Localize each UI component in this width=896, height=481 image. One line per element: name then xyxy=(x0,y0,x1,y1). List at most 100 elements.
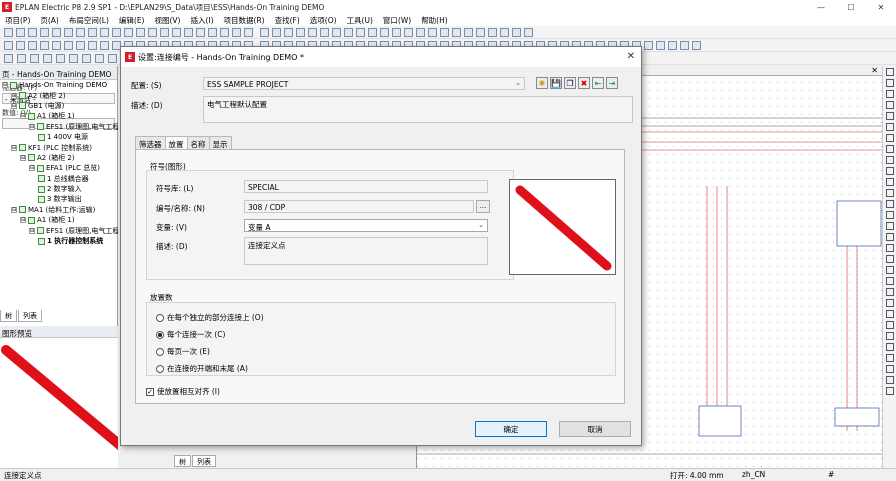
insert-tool-icon[interactable] xyxy=(885,244,894,252)
menu-options[interactable]: 选项(O) xyxy=(305,15,342,26)
menu-project[interactable]: 项目(P) xyxy=(0,15,35,26)
insert-tool-icon[interactable] xyxy=(885,200,894,208)
toolbar-tool-icon[interactable] xyxy=(40,41,49,50)
tree-item[interactable]: 3 数字输出 xyxy=(2,194,118,204)
placement-option-2[interactable]: 每个连接一次 (C) xyxy=(156,329,225,340)
menu-edit[interactable]: 编辑(E) xyxy=(114,15,150,26)
menu-insert[interactable]: 插入(I) xyxy=(185,15,218,26)
insert-tool-icon[interactable] xyxy=(885,90,894,98)
menu-window[interactable]: 窗口(W) xyxy=(378,15,416,26)
tree-item[interactable]: ⊟ GB1 (电源) xyxy=(2,101,118,111)
save-config-icon[interactable]: 💾 xyxy=(550,77,562,89)
insert-tool-icon[interactable] xyxy=(885,387,894,395)
insert-tool-icon[interactable] xyxy=(885,79,894,87)
toolbar-tool-icon[interactable] xyxy=(64,41,73,50)
toolbar-tool-icon[interactable] xyxy=(452,28,461,37)
placement-option-1[interactable]: 在每个独立的部分连接上 (O) xyxy=(156,312,264,323)
toolbar-tool-icon[interactable] xyxy=(28,28,37,37)
menu-project-data[interactable]: 项目数据(R) xyxy=(219,15,270,26)
toolbar-tool-icon[interactable] xyxy=(416,28,425,37)
tree-item[interactable]: ⊞ A2 (箱柜 2) xyxy=(2,90,118,100)
insert-tool-icon[interactable] xyxy=(885,332,894,340)
toolbar-tool-icon[interactable] xyxy=(64,28,73,37)
insert-tool-icon[interactable] xyxy=(885,189,894,197)
tree-item[interactable]: ⊟ Hands-On Training DEMO xyxy=(2,80,118,90)
tree-item[interactable]: ⊟ EFS1 (原理图,电气工程) xyxy=(2,225,118,235)
close-window-button[interactable]: ✕ xyxy=(866,0,896,14)
toolbar-tool-icon[interactable] xyxy=(112,28,121,37)
toolbar-tool-icon[interactable] xyxy=(512,28,521,37)
toolbar-tool-icon[interactable] xyxy=(82,54,91,63)
toolbar-tool-icon[interactable] xyxy=(668,41,677,50)
insert-tool-icon[interactable] xyxy=(885,123,894,131)
toolbar-tool-icon[interactable] xyxy=(4,54,13,63)
toolbar-tool-icon[interactable] xyxy=(124,28,133,37)
toolbar-tool-icon[interactable] xyxy=(17,54,26,63)
menu-find[interactable]: 查找(F) xyxy=(270,15,305,26)
tree-toggle-icon[interactable]: ⊟ xyxy=(11,206,17,213)
insert-tool-icon[interactable] xyxy=(885,321,894,329)
menu-tools[interactable]: 工具(U) xyxy=(342,15,378,26)
symbol-number-field[interactable]: 308 / CDP xyxy=(244,200,474,213)
toolbar-tool-icon[interactable] xyxy=(184,28,193,37)
variant-select[interactable]: 变量 A ⌄ xyxy=(244,219,488,232)
tree-item[interactable]: ⊟ A1 (箱柜 1) xyxy=(2,215,118,225)
toolbar-tool-icon[interactable] xyxy=(284,28,293,37)
toolbar-tool-icon[interactable] xyxy=(4,41,13,50)
tree-item[interactable]: 1 400V 电源 xyxy=(2,132,118,142)
toolbar-tool-icon[interactable] xyxy=(76,41,85,50)
toolbar-tool-icon[interactable] xyxy=(464,28,473,37)
insert-tool-icon[interactable] xyxy=(885,101,894,109)
toolbar-tool-icon[interactable] xyxy=(428,28,437,37)
toolbar-tool-icon[interactable] xyxy=(76,28,85,37)
description-field[interactable]: 电气工程默认配置 xyxy=(203,96,633,123)
insert-tool-icon[interactable] xyxy=(885,178,894,186)
toolbar-tool-icon[interactable] xyxy=(160,28,169,37)
toolbar-tool-icon[interactable] xyxy=(644,41,653,50)
tree-item[interactable]: 1 总线耦合器 xyxy=(2,174,118,184)
tab-placement[interactable]: 放置 xyxy=(164,136,188,149)
toolbar-tool-icon[interactable] xyxy=(296,28,305,37)
insert-tool-icon[interactable] xyxy=(885,222,894,230)
tab-tree[interactable]: 树 xyxy=(0,310,17,322)
toolbar-tool-icon[interactable] xyxy=(69,54,78,63)
toolbar-tool-icon[interactable] xyxy=(100,28,109,37)
toolbar-tool-icon[interactable] xyxy=(30,54,39,63)
toolbar-tool-icon[interactable] xyxy=(524,28,533,37)
symbol-description-field[interactable]: 连接定义点 xyxy=(244,237,488,265)
insert-tool-icon[interactable] xyxy=(885,233,894,241)
close-page-tab-button[interactable]: ✕ xyxy=(871,66,878,75)
toolbar-tool-icon[interactable] xyxy=(136,28,145,37)
menu-page[interactable]: 页(A) xyxy=(35,15,63,26)
toolbar-tool-icon[interactable] xyxy=(500,28,509,37)
new-config-icon[interactable]: ✱ xyxy=(536,77,548,89)
ok-button[interactable]: 确定 xyxy=(475,421,547,437)
cancel-button[interactable]: 取消 xyxy=(559,421,631,437)
tree-item[interactable]: ⊟ A2 (箱柜 2) xyxy=(2,153,118,163)
menu-layout-space[interactable]: 布局空间(L) xyxy=(64,15,114,26)
tab-display[interactable]: 显示 xyxy=(208,136,232,149)
toolbar-tool-icon[interactable] xyxy=(692,41,701,50)
toolbar-tool-icon[interactable] xyxy=(108,54,117,63)
toolbar-tool-icon[interactable] xyxy=(244,28,253,37)
tree-toggle-icon[interactable]: ⊟ xyxy=(11,102,17,109)
toolbar-tool-icon[interactable] xyxy=(380,28,389,37)
insert-tool-icon[interactable] xyxy=(885,310,894,318)
toolbar-tool-icon[interactable] xyxy=(52,28,61,37)
toolbar-tool-icon[interactable] xyxy=(208,28,217,37)
toolbar-tool-icon[interactable] xyxy=(440,28,449,37)
toolbar-tool-icon[interactable] xyxy=(28,41,37,50)
tree-toggle-icon[interactable]: ⊟ xyxy=(29,227,35,234)
tree-item[interactable]: ⊟ EFS1 (原理图,电气工程) xyxy=(2,122,118,132)
tree-toggle-icon[interactable]: ⊞ xyxy=(11,92,17,99)
insert-tool-icon[interactable] xyxy=(885,277,894,285)
insert-tool-icon[interactable] xyxy=(885,266,894,274)
toolbar-tool-icon[interactable] xyxy=(16,28,25,37)
toolbar-tool-icon[interactable] xyxy=(232,28,241,37)
insert-tool-icon[interactable] xyxy=(885,68,894,76)
toolbar-tool-icon[interactable] xyxy=(656,41,665,50)
toolbar-tool-icon[interactable] xyxy=(404,28,413,37)
copy-config-icon[interactable]: ❐ xyxy=(564,77,576,89)
bottom-tab-list[interactable]: 列表 xyxy=(192,455,216,467)
tab-list[interactable]: 列表 xyxy=(18,310,42,322)
